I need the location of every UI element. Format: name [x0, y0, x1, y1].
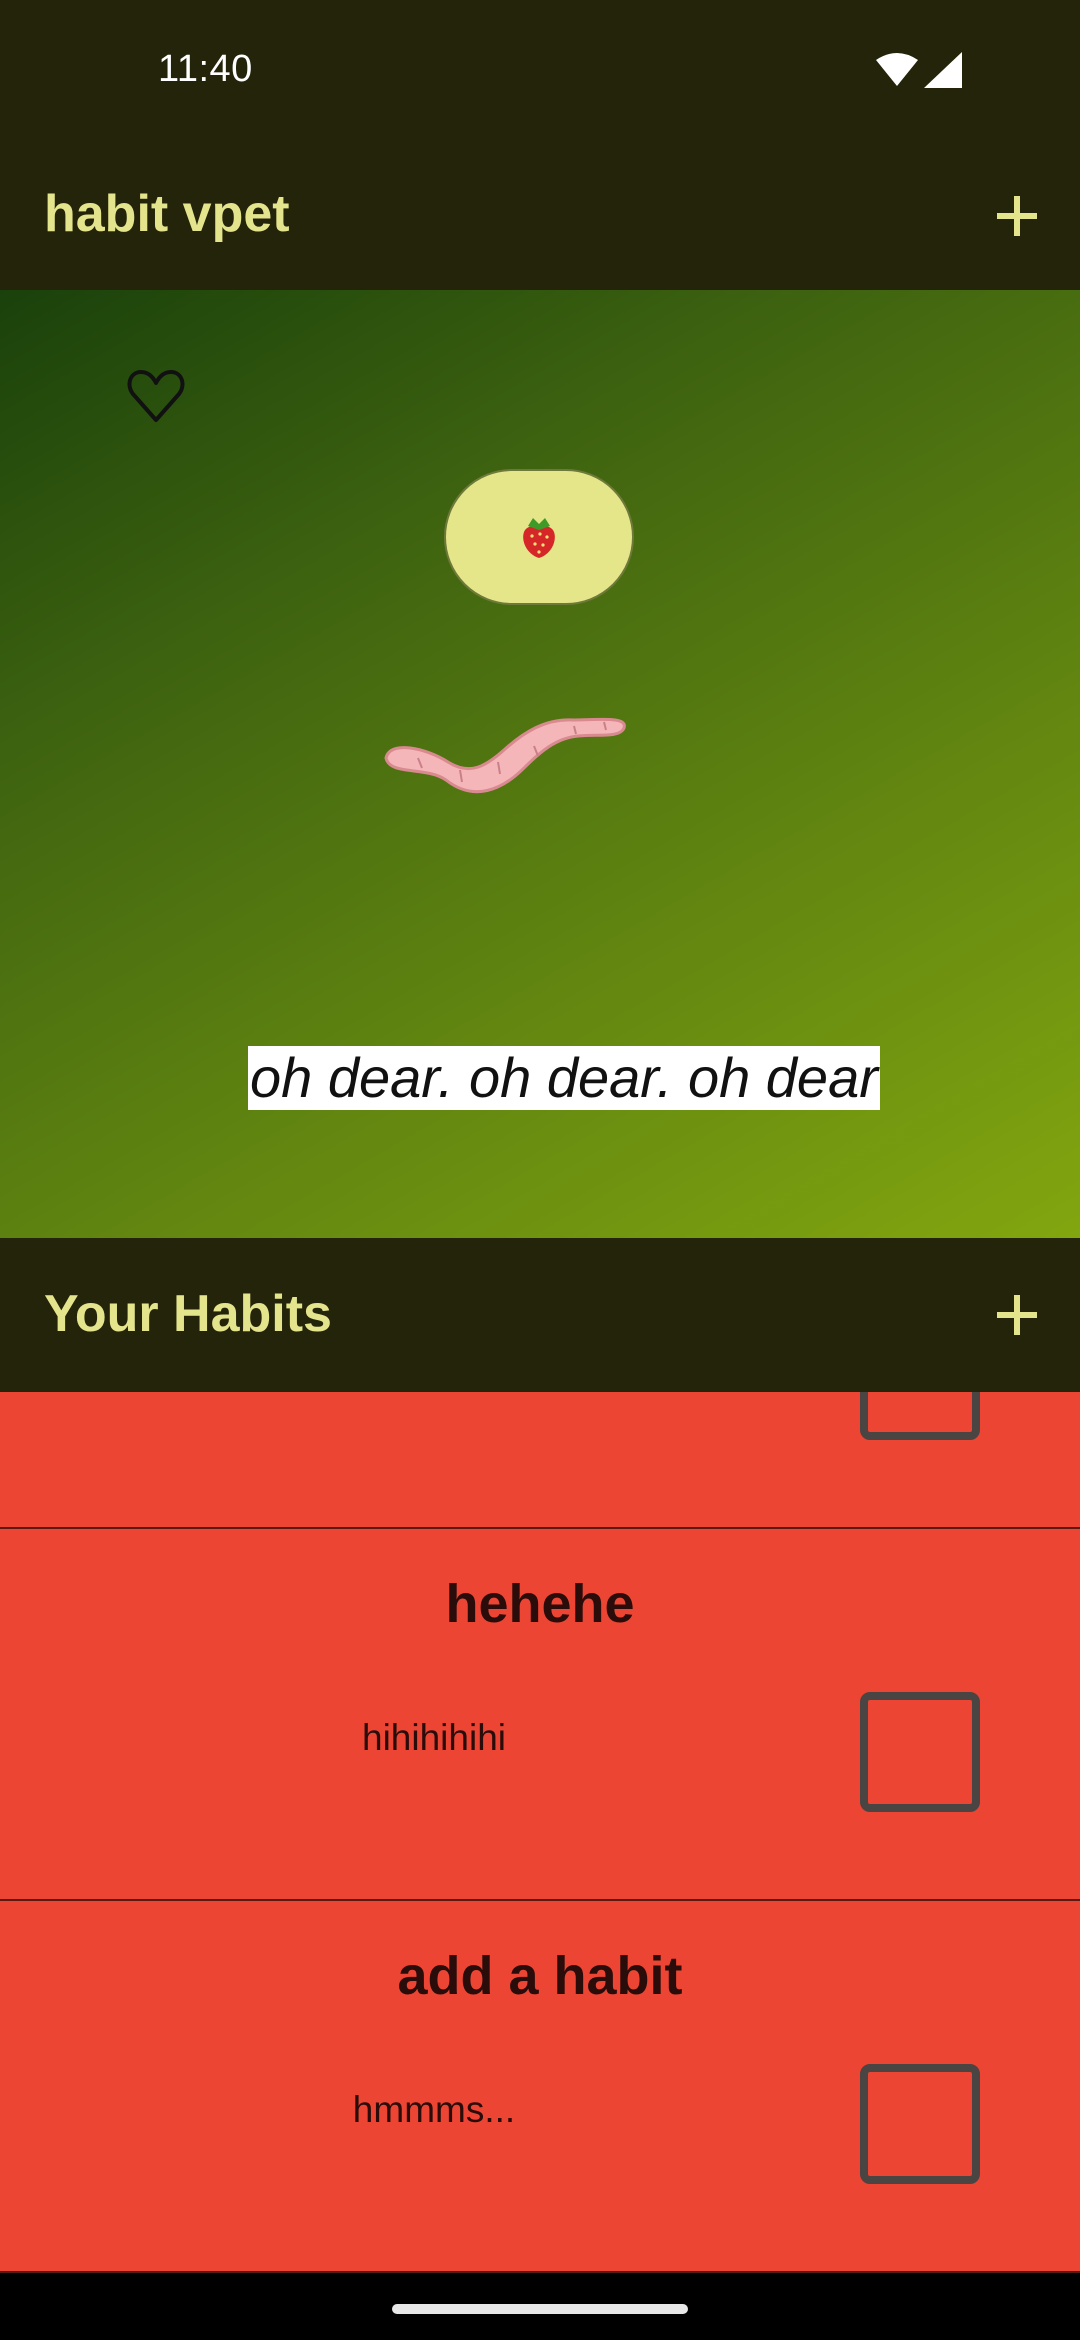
navigation-bar	[0, 2273, 1080, 2340]
plus-icon	[997, 196, 1037, 236]
habit-card[interactable]: add a habit hmmms...	[0, 1901, 1080, 2273]
plus-icon	[997, 1295, 1037, 1335]
habit-checkbox[interactable]	[860, 1392, 980, 1440]
habit-card[interactable]: hehehe hihihihihi	[0, 1529, 1080, 1901]
signal-icon	[924, 52, 962, 88]
add-habit-button[interactable]	[972, 1270, 1062, 1360]
strawberry-icon	[523, 518, 555, 558]
habits-header: Your Habits	[0, 1238, 1080, 1392]
habit-description: hihihihihi	[362, 1717, 506, 1758]
add-button[interactable]	[972, 171, 1062, 261]
home-gesture-handle[interactable]	[392, 2304, 688, 2314]
habit-name: hehehe	[445, 1574, 635, 1634]
pet-area: oh dear. oh dear. oh dear	[0, 290, 1080, 1238]
habits-title: Your Habits	[44, 1285, 332, 1343]
heart-outline-icon[interactable]	[126, 366, 186, 426]
pet-speech: oh dear. oh dear. oh dear	[248, 1046, 880, 1110]
habit-checkbox[interactable]	[860, 1692, 980, 1812]
habit-card[interactable]: pffeff	[0, 1392, 1080, 1529]
habit-description: hmmms...	[352, 2089, 516, 2130]
app-title: habit vpet	[44, 185, 290, 243]
wifi-icon	[876, 53, 918, 86]
habit-checkbox[interactable]	[860, 2064, 980, 2184]
habit-name: add a habit	[397, 1946, 683, 2006]
status-icons	[876, 50, 966, 90]
status-time: 11:40	[158, 48, 253, 90]
app-bar: habit vpet	[0, 142, 1080, 290]
habit-list[interactable]: pffeff hehehe hihihihihi add a habit hmm…	[0, 1392, 1080, 2273]
worm-icon[interactable]	[378, 710, 642, 810]
food-bubble[interactable]	[444, 469, 634, 605]
status-bar: 11:40	[0, 0, 1080, 142]
